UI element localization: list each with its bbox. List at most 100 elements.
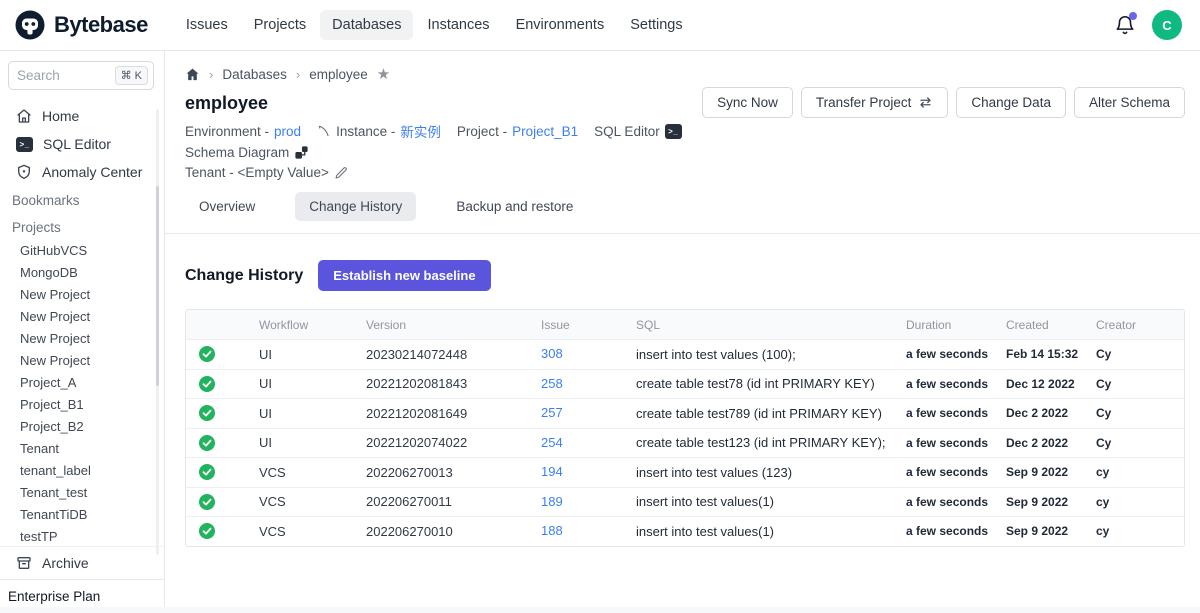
instance-link[interactable]: 新实例 [400, 121, 441, 141]
success-check-icon [199, 435, 215, 451]
sidebar-item-home[interactable]: Home [0, 102, 164, 130]
success-check-icon [199, 494, 215, 510]
issue-link[interactable]: 257 [541, 405, 563, 420]
topbar-right: C [1114, 10, 1182, 40]
sidebar-project-item[interactable]: New Project [0, 284, 164, 306]
issue-link[interactable]: 194 [541, 464, 563, 479]
sidebar-project-item[interactable]: MongoDB [0, 262, 164, 284]
main-content: › Databases › employee ★ employee Enviro… [165, 51, 1200, 613]
environment-label: Environment - [185, 124, 269, 139]
sidebar-project-item[interactable]: Tenant [0, 438, 164, 460]
sidebar-item-sql-editor[interactable]: >_ SQL Editor [0, 130, 164, 158]
schema-diagram-icon [294, 145, 309, 160]
environment-link[interactable]: prod [274, 124, 301, 139]
nav-item-environments[interactable]: Environments [504, 10, 617, 40]
sidebar-project-item[interactable]: New Project [0, 306, 164, 328]
cell-version: 20221202074022 [366, 435, 541, 450]
sidebar-project-item[interactable]: TenantTiDB [0, 504, 164, 526]
transfer-project-button[interactable]: Transfer Project [801, 87, 949, 118]
table-row[interactable]: UI 20221202081843 258 create table test7… [186, 369, 1184, 399]
table-row[interactable]: VCS 202206270011 189 insert into test va… [186, 487, 1184, 517]
user-avatar[interactable]: C [1152, 10, 1182, 40]
cell-sql: create table test78 (id int PRIMARY KEY) [636, 376, 906, 391]
table-row[interactable]: UI 20230214072448 308 insert into test v… [186, 339, 1184, 369]
tab-change-history[interactable]: Change History [295, 192, 416, 221]
success-check-icon [199, 346, 215, 362]
cell-sql: insert into test values(1) [636, 494, 906, 509]
table-row[interactable]: VCS 202206270013 194 insert into test va… [186, 457, 1184, 487]
edit-pencil-icon[interactable] [334, 166, 348, 180]
cell-workflow: UI [259, 347, 366, 362]
tenant-label: Tenant - <Empty Value> [185, 165, 329, 180]
cell-sql: create table test789 (id int PRIMARY KEY… [636, 406, 906, 421]
notification-dot [1129, 12, 1137, 20]
nav-item-settings[interactable]: Settings [618, 10, 694, 40]
sidebar-project-list: GitHubVCS MongoDB New Project New Projec… [0, 240, 164, 546]
table-row[interactable]: UI 20221202081649 257 create table test7… [186, 398, 1184, 428]
cell-creator: cy [1096, 465, 1184, 479]
nav-item-issues[interactable]: Issues [174, 10, 240, 40]
sidebar-project-item[interactable]: testTP [0, 526, 164, 546]
sidebar-project-item[interactable]: Project_B2 [0, 416, 164, 438]
sidebar-item-archive[interactable]: Archive [0, 546, 164, 579]
alter-schema-button[interactable]: Alter Schema [1074, 87, 1185, 118]
cell-created: Sep 9 2022 [1006, 495, 1096, 509]
sidebar-scrollbar-thumb[interactable] [156, 186, 159, 386]
notification-bell-icon[interactable] [1114, 14, 1136, 36]
breadcrumb-employee[interactable]: employee [309, 67, 368, 82]
tab-bar: Overview Change History Backup and resto… [165, 192, 1200, 234]
cell-duration: a few seconds [906, 436, 1006, 450]
issue-link[interactable]: 189 [541, 494, 563, 509]
horizontal-scrollbar-track[interactable] [0, 607, 1200, 613]
brand-logo[interactable]: Bytebase [14, 9, 148, 41]
sidebar-project-item[interactable]: Project_B1 [0, 394, 164, 416]
favorite-star-icon[interactable]: ★ [377, 65, 390, 83]
cell-workflow: UI [259, 406, 366, 421]
brand-name: Bytebase [54, 12, 148, 38]
issue-link[interactable]: 258 [541, 376, 563, 391]
tab-backup-and-restore[interactable]: Backup and restore [442, 192, 587, 221]
sidebar-project-item[interactable]: New Project [0, 350, 164, 372]
sidebar-project-item[interactable]: Tenant_test [0, 482, 164, 504]
cell-creator: cy [1096, 495, 1184, 509]
nav-item-instances[interactable]: Instances [415, 10, 501, 40]
schema-diagram-link[interactable]: Schema Diagram [185, 145, 309, 160]
sidebar-project-item[interactable]: New Project [0, 328, 164, 350]
search-input[interactable]: Search ⌘ K [8, 61, 154, 90]
breadcrumb-separator: › [296, 67, 300, 82]
breadcrumb-home-icon[interactable] [185, 67, 200, 82]
cell-creator: cy [1096, 524, 1184, 538]
change-data-button[interactable]: Change Data [956, 87, 1066, 118]
nav-item-projects[interactable]: Projects [242, 10, 318, 40]
sidebar-project-item[interactable]: tenant_label [0, 460, 164, 482]
sidebar-project-item[interactable]: Project_A [0, 372, 164, 394]
sidebar-project-item[interactable]: GitHubVCS [0, 240, 164, 262]
cell-version: 20221202081843 [366, 376, 541, 391]
cell-duration: a few seconds [906, 465, 1006, 479]
sidebar-item-anomaly-center[interactable]: Anomaly Center [0, 158, 164, 186]
project-link[interactable]: Project_B1 [512, 124, 578, 139]
table-row[interactable]: UI 20221202074022 254 create table test1… [186, 428, 1184, 458]
column-issue: Issue [541, 318, 636, 332]
shield-icon [16, 164, 32, 180]
cell-created: Feb 14 15:32 [1006, 347, 1096, 361]
issue-link[interactable]: 254 [541, 435, 563, 450]
search-placeholder: Search [17, 68, 60, 83]
table-row[interactable]: VCS 202206270010 188 insert into test va… [186, 516, 1184, 546]
establish-baseline-button[interactable]: Establish new baseline [318, 260, 490, 291]
success-check-icon [199, 464, 215, 480]
issue-link[interactable]: 308 [541, 346, 563, 361]
pen-icon [317, 124, 331, 138]
cell-created: Dec 12 2022 [1006, 377, 1096, 391]
breadcrumb-databases[interactable]: Databases [222, 67, 287, 82]
success-check-icon [199, 523, 215, 539]
nav-item-databases[interactable]: Databases [320, 10, 413, 40]
sync-now-button[interactable]: Sync Now [702, 87, 793, 118]
sql-editor-link[interactable]: SQL Editor >_ [594, 124, 682, 139]
tab-overview[interactable]: Overview [185, 192, 269, 221]
issue-link[interactable]: 188 [541, 523, 563, 538]
cell-version: 202206270011 [366, 494, 541, 509]
sidebar-section-projects: Projects [0, 213, 164, 240]
column-duration: Duration [906, 318, 1006, 332]
project-label: Project - [457, 124, 507, 139]
